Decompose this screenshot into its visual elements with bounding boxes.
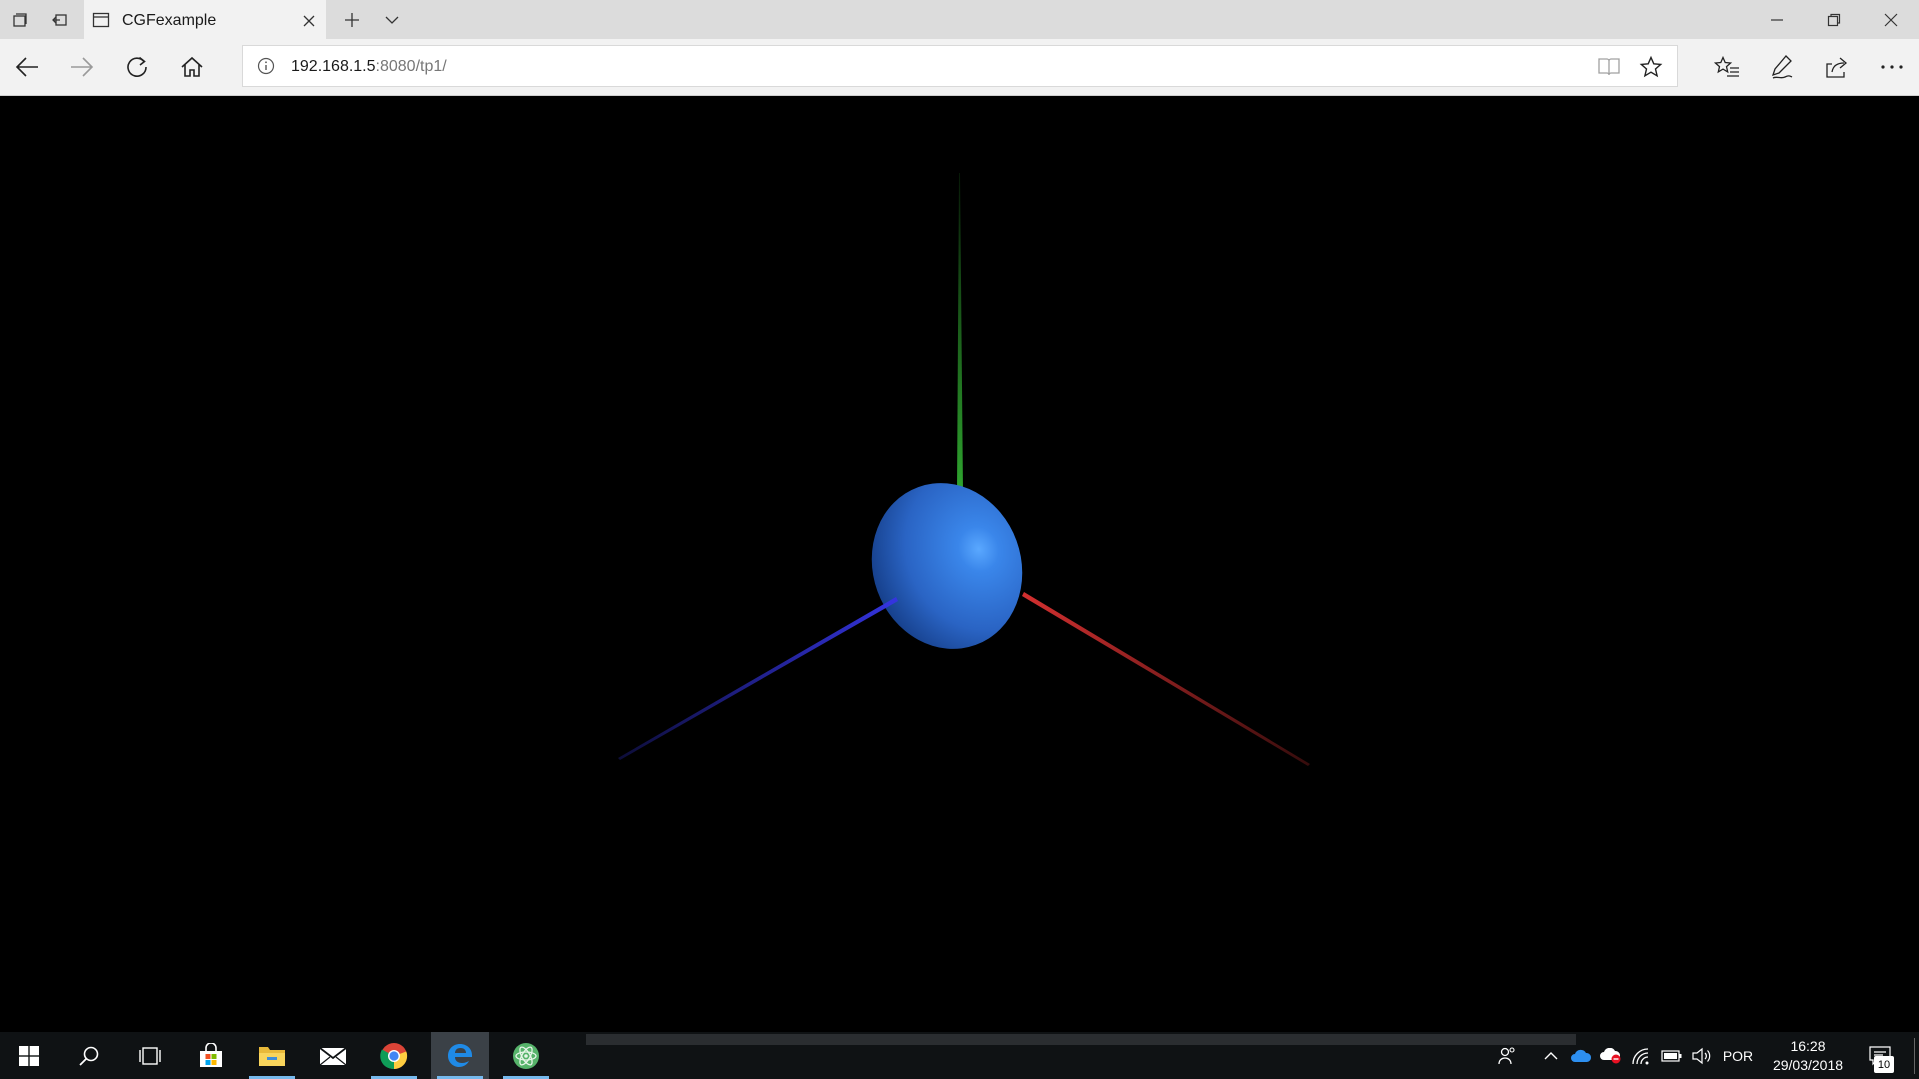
clock[interactable]: 16:28 29/03/2018 (1762, 1037, 1854, 1075)
web-note-pen-icon[interactable] (1761, 47, 1803, 87)
tab-set-aside-list-icon[interactable] (0, 0, 40, 39)
show-hidden-icons-chevron-icon[interactable] (1538, 1032, 1564, 1079)
horizontal-scrollbar[interactable] (586, 1034, 1576, 1045)
clock-date: 29/03/2018 (1772, 1057, 1844, 1073)
site-info-icon[interactable] (257, 57, 275, 80)
x-axis (1022, 592, 1310, 766)
store-icon[interactable] (182, 1032, 240, 1079)
home-icon[interactable] (171, 47, 213, 87)
minimize-icon[interactable] (1749, 0, 1805, 39)
notification-count-badge: 10 (1874, 1056, 1894, 1073)
refresh-icon[interactable] (116, 47, 158, 87)
address-bar[interactable]: 192.168.1.5:8080/tp1/ (242, 45, 1678, 87)
windows-taskbar: POR 16:28 29/03/2018 10 (0, 1032, 1919, 1079)
chrome-icon[interactable] (365, 1032, 423, 1079)
back-icon[interactable] (6, 47, 48, 87)
z-axis (618, 597, 898, 760)
restore-icon[interactable] (1806, 0, 1862, 39)
forward-icon[interactable] (61, 47, 103, 87)
url-text[interactable]: 192.168.1.5:8080/tp1/ (291, 58, 447, 76)
url-path: :8080/tp1/ (375, 58, 447, 75)
volume-icon[interactable] (1688, 1032, 1716, 1079)
reading-view-icon[interactable] (1597, 55, 1621, 84)
tab-cgfexample[interactable]: CGFexample (84, 0, 326, 39)
close-window-icon[interactable] (1863, 0, 1919, 39)
tab-preview-chevron-icon[interactable] (372, 0, 412, 39)
onedrive-icon[interactable] (1568, 1032, 1594, 1079)
page-icon (92, 11, 110, 34)
sphere (871, 483, 1023, 649)
people-icon[interactable] (1492, 1032, 1522, 1079)
start-icon[interactable] (0, 1032, 58, 1079)
favorites-hub-icon[interactable] (1706, 47, 1748, 87)
file-explorer-icon[interactable] (243, 1032, 301, 1079)
search-icon[interactable] (60, 1032, 118, 1079)
input-language[interactable]: POR (1718, 1032, 1758, 1079)
navigation-bar: 192.168.1.5:8080/tp1/ (0, 39, 1919, 96)
url-host: 192.168.1.5 (291, 58, 376, 75)
set-tabs-aside-icon[interactable] (40, 0, 80, 39)
share-icon[interactable] (1816, 47, 1858, 87)
task-view-icon[interactable] (121, 1032, 179, 1079)
clock-time: 16:28 (1790, 1038, 1826, 1054)
wifi-icon[interactable] (1628, 1032, 1654, 1079)
new-tab-icon[interactable] (332, 0, 372, 39)
more-menu-icon[interactable] (1871, 47, 1913, 87)
onedrive-error-icon[interactable] (1598, 1032, 1624, 1079)
edge-icon[interactable] (431, 1032, 489, 1079)
battery-icon[interactable] (1658, 1032, 1686, 1079)
tab-close-icon[interactable] (298, 10, 320, 32)
webgl-canvas[interactable] (0, 96, 1919, 1032)
y-axis (957, 173, 963, 492)
atom-icon[interactable] (497, 1032, 555, 1079)
tab-title: CGFexample (122, 12, 217, 29)
title-bar: CGFexample (0, 0, 1919, 39)
add-favorite-star-icon[interactable] (1639, 55, 1663, 84)
mail-icon[interactable] (304, 1032, 362, 1079)
show-desktop-button[interactable] (1914, 1038, 1915, 1074)
